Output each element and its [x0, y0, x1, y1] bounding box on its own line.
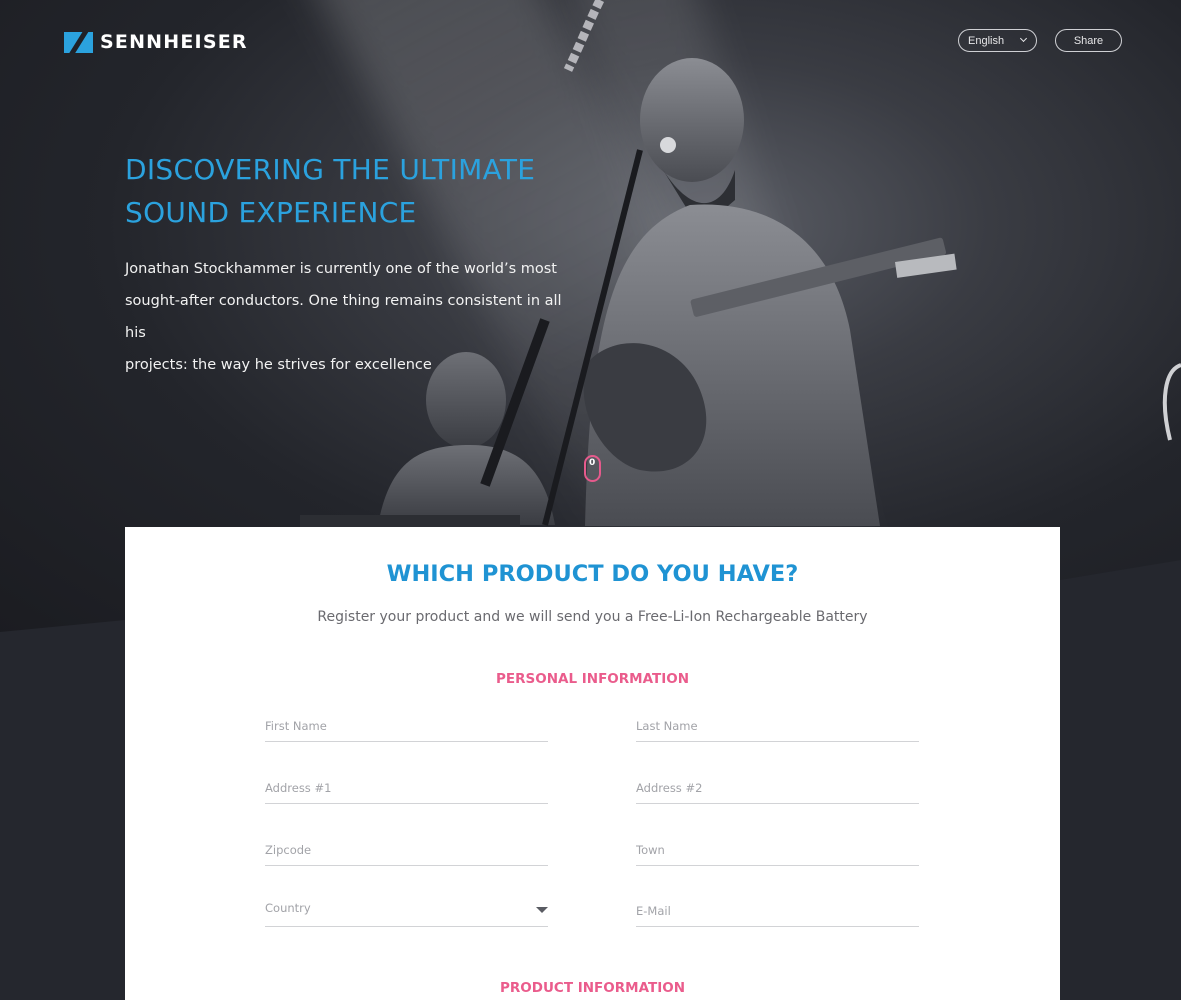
address2-input[interactable]	[636, 768, 919, 803]
form-subtitle: Register your product and we will send y…	[317, 609, 868, 625]
language-value: English	[968, 34, 1005, 47]
last-name-field	[636, 706, 919, 742]
email-input[interactable]	[636, 891, 919, 926]
email-field	[636, 891, 919, 927]
personal-information-heading: PERSONAL INFORMATION	[495, 671, 689, 687]
country-select[interactable]: Country	[265, 891, 548, 927]
hero-title-line: SOUND EXPERIENCE	[125, 196, 417, 229]
share-button[interactable]: Share	[1055, 29, 1122, 52]
hero-title: DISCOVERING THE ULTIMATE SOUND EXPERIENC…	[125, 148, 585, 234]
zipcode-field	[265, 830, 548, 866]
product-information-heading: PRODUCT INFORMATION	[499, 980, 685, 996]
country-select-placeholder: Country	[265, 901, 311, 915]
language-select[interactable]: English	[958, 29, 1037, 52]
chevron-down-icon	[1019, 34, 1028, 43]
hero-title-line: DISCOVERING THE ULTIMATE	[125, 153, 536, 186]
sennheiser-logo-icon	[64, 31, 93, 53]
sennheiser-logo[interactable]: SENNHEISER	[64, 31, 248, 53]
hero-description-line: projects: the way he strives for excelle…	[125, 357, 432, 373]
hero-description-line: Jonathan Stockhammer is currently one of…	[125, 261, 557, 277]
address2-field	[636, 768, 919, 804]
form-title: WHICH PRODUCT DO YOU HAVE?	[386, 561, 799, 587]
address1-input[interactable]	[265, 768, 548, 803]
registration-form-card: WHICH PRODUCT DO YOU HAVE? Register your…	[125, 527, 1060, 1000]
scroll-down-mouse-icon[interactable]: 0	[584, 455, 601, 482]
hero-description: Jonathan Stockhammer is currently one of…	[125, 253, 565, 381]
logo-text: SENNHEISER	[100, 31, 248, 53]
dropdown-arrow-icon	[536, 907, 548, 913]
zipcode-input[interactable]	[265, 830, 548, 865]
last-name-input[interactable]	[636, 706, 919, 741]
address1-field	[265, 768, 548, 804]
first-name-input[interactable]	[265, 706, 548, 741]
town-field	[636, 830, 919, 866]
first-name-field	[265, 706, 548, 742]
town-input[interactable]	[636, 830, 919, 865]
scroll-indicator-text: 0	[589, 458, 596, 468]
hero-description-line: sought-after conductors. One thing remai…	[125, 293, 562, 341]
